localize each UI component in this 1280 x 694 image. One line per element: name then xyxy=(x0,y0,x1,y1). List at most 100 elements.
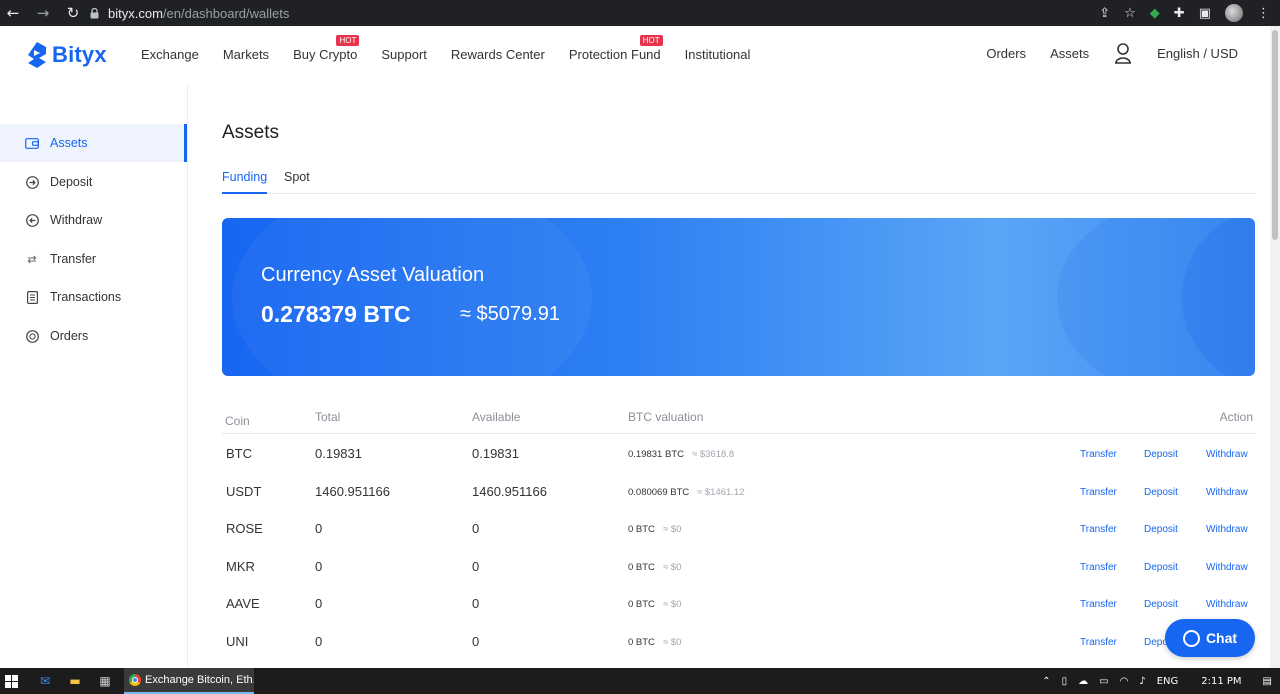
chat-button[interactable]: Chat xyxy=(1165,619,1255,657)
nav-buy-crypto-label: Buy Crypto xyxy=(293,47,358,62)
address-bar[interactable]: bityx.com/en/dashboard/wallets xyxy=(86,2,1146,24)
sidebar-item-assets[interactable]: Assets xyxy=(0,124,187,162)
profile-avatar[interactable] xyxy=(1225,4,1243,22)
windows-start-icon[interactable] xyxy=(0,668,26,694)
transfer-link[interactable]: Transfer xyxy=(1080,599,1117,610)
total-cell: 0 xyxy=(315,558,323,574)
usd-valuation-total: ≈ $5079.91 xyxy=(460,303,560,325)
tab-spot[interactable]: Spot xyxy=(284,170,310,194)
sidebar-item-withdraw[interactable]: Withdraw xyxy=(0,201,187,239)
sidebar-item-label: Deposit xyxy=(50,175,93,189)
transfer-link[interactable]: Transfer xyxy=(1080,637,1117,648)
calculator-icon[interactable]: ▦ xyxy=(90,668,120,694)
url-domain: bityx.com xyxy=(108,5,163,21)
total-cell: 0 xyxy=(315,521,323,536)
withdraw-icon xyxy=(25,213,39,227)
deposit-link[interactable]: Deposit xyxy=(1144,449,1178,460)
nav-orders[interactable]: Orders xyxy=(986,46,1026,61)
table-body: BTC 0.19831 0.19831 0.19831 BTC Transfer Depo… xyxy=(222,434,1255,659)
extension-icon[interactable]: ◆ xyxy=(1150,6,1160,21)
asset-tabs: Funding Spot xyxy=(222,168,1255,194)
nav-exchange[interactable]: Exchange xyxy=(141,47,199,62)
bityx-logo[interactable]: Bityx xyxy=(26,41,107,69)
puzzle-icon[interactable]: ✚ xyxy=(1174,6,1185,21)
side-panel-icon[interactable]: ▣ xyxy=(1199,6,1211,21)
clock[interactable]: 2:11 PM xyxy=(1201,676,1241,687)
tab-funding[interactable]: Funding xyxy=(222,170,268,194)
table-row: ROSE 0 0 0 BTC Transfer Deposit Withdraw ≈ $0 xyxy=(222,509,1255,547)
transfer-link[interactable]: Transfer xyxy=(1080,449,1117,460)
deposit-link[interactable]: Deposit xyxy=(1144,562,1178,573)
transactions-icon xyxy=(25,290,39,304)
total-cell: 0 xyxy=(315,633,323,649)
nav-protection-fund[interactable]: Protection Fund HOT xyxy=(569,35,663,62)
coin-cell: USDT xyxy=(226,483,262,499)
coin-cell: AAVE xyxy=(226,596,260,611)
tray-chevron-up-icon[interactable]: ⌃ xyxy=(1042,676,1050,687)
usd-approx-cell: ≈ $1461.12 xyxy=(697,486,745,498)
nav-institutional[interactable]: Institutional xyxy=(685,47,751,62)
deposit-link[interactable]: Deposit xyxy=(1144,487,1178,498)
system-tray: ⌃ ▯ ☁ ▭ ◠ ♪ ENG 2:11 PM ▤ xyxy=(1042,668,1272,694)
nav-assets[interactable]: Assets xyxy=(1050,46,1089,61)
browser-actions: ⇪ ☆ ◆ ✚ ▣ ⋮ xyxy=(1099,0,1270,26)
main-nav: Exchange Markets Buy Crypto HOT Support R… xyxy=(141,35,774,62)
withdraw-link[interactable]: Withdraw xyxy=(1206,449,1248,460)
sidebar-item-orders[interactable]: Orders xyxy=(0,317,187,355)
chat-label: Chat xyxy=(1205,630,1238,646)
available-cell: 0 xyxy=(472,558,480,574)
transfer-link[interactable]: Transfer xyxy=(1080,562,1117,573)
btc-valuation-cell: 0.19831 BTC xyxy=(628,449,684,460)
chat-bubble-icon xyxy=(1182,629,1200,647)
taskbar-chrome-app[interactable]: Exchange Bitcoin, Eth... xyxy=(124,668,254,694)
user-icon[interactable] xyxy=(1113,42,1133,64)
col-coin: Coin xyxy=(225,414,250,428)
withdraw-link[interactable]: Withdraw xyxy=(1206,487,1248,498)
sidebar-item-label: Transfer xyxy=(50,252,97,266)
nav-support[interactable]: Support xyxy=(381,47,427,62)
language-indicator[interactable]: ENG xyxy=(1157,676,1179,687)
deposit-icon xyxy=(25,175,39,189)
mail-icon[interactable]: ✉ xyxy=(30,668,60,694)
btc-valuation-cell: 0 BTC xyxy=(628,599,655,610)
transfer-link[interactable]: Transfer xyxy=(1080,524,1117,535)
volume-icon[interactable]: ♪ xyxy=(1139,676,1145,687)
notifications-icon[interactable]: ▤ xyxy=(1263,676,1272,687)
file-explorer-icon[interactable]: ▬ xyxy=(60,668,90,694)
back-icon[interactable]: ← xyxy=(2,0,24,26)
forward-icon[interactable]: → xyxy=(32,0,54,26)
btc-valuation-cell: 0 BTC xyxy=(628,636,655,648)
hot-badge: HOT xyxy=(336,35,360,46)
site-header: Bityx Exchange Markets Buy Crypto HOT Sup… xyxy=(0,26,1270,84)
sidebar-item-label: Withdraw xyxy=(50,213,103,227)
onedrive-cloud-icon[interactable]: ☁ xyxy=(1078,676,1088,687)
nav-rewards-center[interactable]: Rewards Center xyxy=(451,47,545,62)
withdraw-link[interactable]: Withdraw xyxy=(1206,524,1248,535)
sidebar-item-deposit[interactable]: Deposit xyxy=(0,163,187,201)
sidebar-item-transfer[interactable]: ⇄ Transfer xyxy=(0,240,187,278)
scrollbar-thumb[interactable] xyxy=(1272,30,1278,240)
col-total: Total xyxy=(315,410,341,424)
battery-icon[interactable]: ▭ xyxy=(1099,676,1108,687)
menu-kebab-icon[interactable]: ⋮ xyxy=(1257,6,1270,21)
bookmark-star-icon[interactable]: ☆ xyxy=(1124,6,1136,21)
coin-cell: ROSE xyxy=(226,521,263,536)
tray-device-icon[interactable]: ▯ xyxy=(1062,676,1068,687)
wifi-icon[interactable]: ◠ xyxy=(1120,676,1129,687)
sidebar-item-transactions[interactable]: Transactions xyxy=(0,278,187,316)
reload-icon[interactable]: ↻ xyxy=(62,0,84,26)
deposit-link[interactable]: Deposit xyxy=(1144,524,1178,535)
chrome-icon xyxy=(129,674,141,686)
transfer-link[interactable]: Transfer xyxy=(1080,487,1117,498)
page-scrollbar[interactable] xyxy=(1270,26,1280,668)
nav-markets[interactable]: Markets xyxy=(223,47,269,62)
share-icon[interactable]: ⇪ xyxy=(1099,6,1110,21)
logo-text: Bityx xyxy=(52,42,107,67)
page-title: Assets xyxy=(222,122,280,143)
withdraw-link[interactable]: Withdraw xyxy=(1206,562,1248,573)
deposit-link[interactable]: Deposit xyxy=(1144,599,1178,610)
language-currency-selector[interactable]: English / USD xyxy=(1157,46,1238,61)
coin-cell: MKR xyxy=(226,558,255,574)
withdraw-link[interactable]: Withdraw xyxy=(1206,599,1248,610)
nav-buy-crypto[interactable]: Buy Crypto HOT xyxy=(293,35,360,62)
